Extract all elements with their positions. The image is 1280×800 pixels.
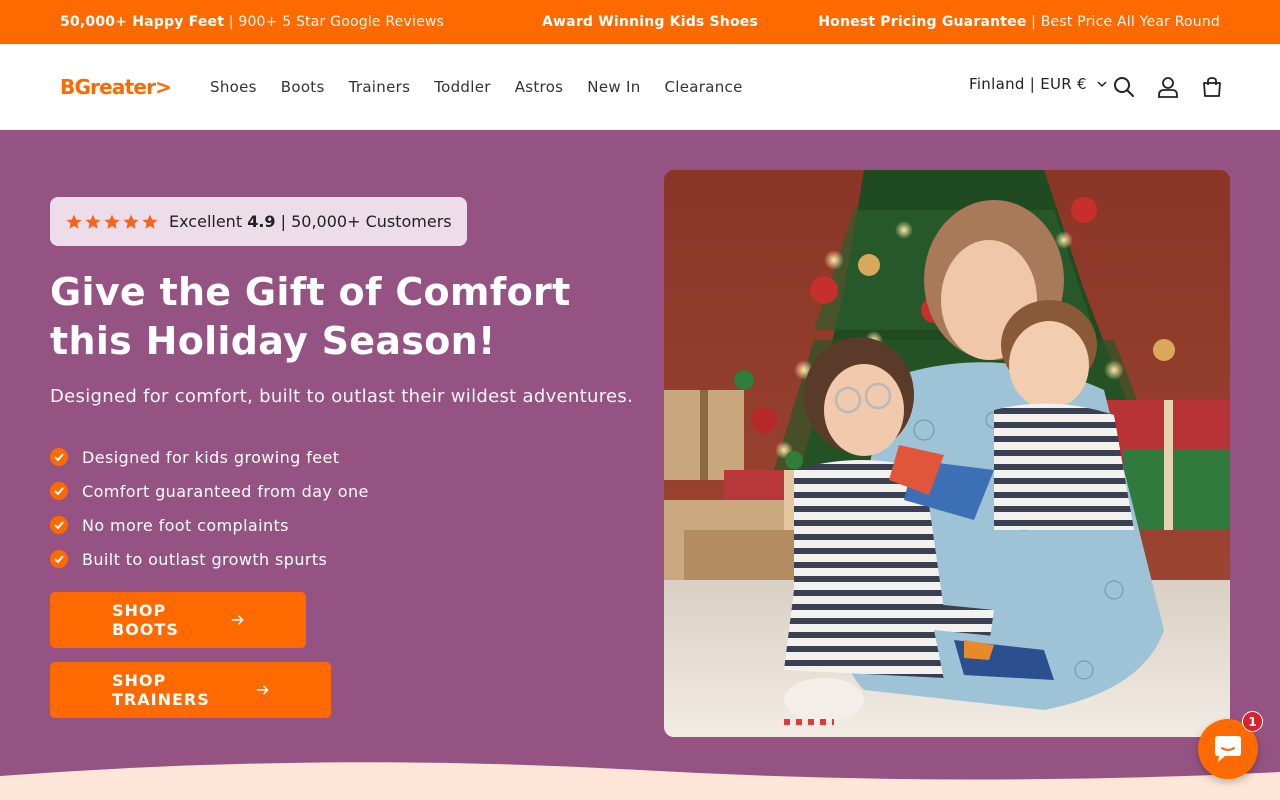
section-wave-divider (0, 762, 1280, 800)
nav-link-toddler[interactable]: Toddler (434, 78, 491, 96)
check-icon (50, 482, 68, 500)
shop-boots-button[interactable]: SHOP BOOTS (50, 592, 306, 648)
benefit-item: Designed for kids growing feet (50, 440, 369, 474)
main-nav: Shoes Boots Trainers Toddler Astros New … (210, 44, 767, 130)
arrow-right-icon (231, 615, 244, 625)
shop-trainers-button[interactable]: SHOP TRAINERS (50, 662, 331, 718)
star-icon (142, 214, 158, 229)
account-icon[interactable] (1155, 74, 1181, 100)
nav-link-clearance[interactable]: Clearance (665, 78, 743, 96)
announcement-happy-feet-bold: 50,000+ Happy Feet (60, 14, 225, 30)
rating-badge: Excellent 4.9 | 50,000+ Customers (50, 197, 467, 246)
nav-link-shoes[interactable]: Shoes (210, 78, 257, 96)
star-icon (85, 214, 101, 229)
hero-photo (664, 170, 1230, 737)
chat-unread-badge: 1 (1242, 711, 1263, 732)
benefit-text: Comfort guaranteed from day one (82, 481, 369, 501)
nav-link-boots[interactable]: Boots (281, 78, 325, 96)
announcement-award-bold: Award Winning Kids Shoes (542, 14, 759, 30)
benefit-text: Built to outlast growth spurts (82, 549, 328, 569)
rating-stars (65, 213, 159, 231)
rating-customers: 50,000+ Customers (291, 212, 452, 231)
shop-trainers-label: SHOP TRAINERS (112, 671, 210, 709)
benefit-text: Designed for kids growing feet (82, 447, 340, 467)
announcement-separator: | (224, 14, 239, 30)
announcement-happy-feet: 50,000+ Happy Feet | 900+ 5 Star Google … (60, 0, 444, 44)
check-icon (50, 550, 68, 568)
benefit-item: Comfort guaranteed from day one (50, 474, 369, 508)
announcement-separator: | (1026, 14, 1041, 30)
locale-selector[interactable]: Finland | EUR € (969, 75, 1107, 93)
star-icon (104, 214, 120, 229)
benefit-item: No more foot complaints (50, 508, 369, 542)
benefit-list: Designed for kids growing feet Comfort g… (50, 440, 369, 576)
search-icon[interactable] (1111, 74, 1137, 100)
star-icon (123, 214, 139, 229)
brand-logo[interactable]: BGreater> (60, 75, 172, 99)
announcement-pricing: Honest Pricing Guarantee | Best Price Al… (818, 0, 1220, 44)
locale-label: Finland | EUR € (969, 75, 1087, 93)
announcement-pricing-bold: Honest Pricing Guarantee (818, 14, 1027, 30)
hero-subheadline: Designed for comfort, built to outlast t… (50, 386, 634, 407)
chat-icon (1215, 736, 1241, 762)
star-icon (66, 214, 82, 229)
announcement-reviews: 900+ 5 Star Google Reviews (238, 14, 445, 30)
rating-label: Excellent 4.9 | 50,000+ Customers (169, 212, 452, 231)
cart-icon[interactable] (1199, 74, 1225, 100)
announcement-award: Award Winning Kids Shoes (542, 0, 758, 44)
rating-score: 4.9 (247, 212, 276, 231)
hero-headline: Give the Gift of Comfort this Holiday Se… (50, 270, 571, 363)
announcement-best-price: Best Price All Year Round (1040, 14, 1220, 30)
benefit-text: No more foot complaints (82, 515, 289, 535)
nav-link-new-in[interactable]: New In (587, 78, 640, 96)
benefit-item: Built to outlast growth spurts (50, 542, 369, 576)
announcement-bar: 50,000+ Happy Feet | 900+ 5 Star Google … (0, 0, 1280, 44)
site-header: BGreater> Shoes Boots Trainers Toddler A… (0, 44, 1280, 130)
chevron-down-icon (1097, 80, 1107, 87)
arrow-right-icon (256, 685, 269, 695)
check-icon (50, 516, 68, 534)
nav-link-trainers[interactable]: Trainers (349, 78, 411, 96)
hero-section: Excellent 4.9 | 50,000+ Customers Give t… (0, 130, 1280, 800)
nav-link-astros[interactable]: Astros (515, 78, 564, 96)
check-icon (50, 448, 68, 466)
shop-boots-label: SHOP BOOTS (112, 601, 179, 639)
